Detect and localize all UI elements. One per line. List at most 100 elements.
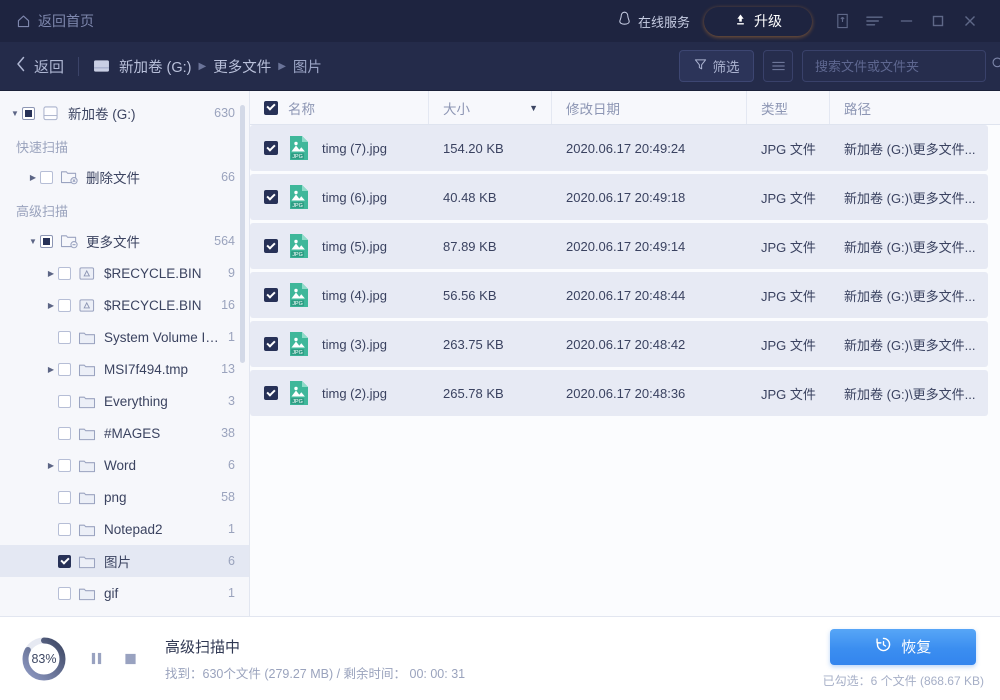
chevron-down-icon[interactable]: ▼ — [26, 237, 40, 246]
row-checkbox[interactable] — [264, 239, 278, 253]
jpg-file-icon: JPG — [288, 233, 310, 259]
minimize-icon[interactable] — [890, 5, 922, 37]
back-to-home-label: 返回首页 — [38, 11, 94, 31]
cell-size: 263.75 KB — [429, 321, 552, 367]
recover-button[interactable]: 恢复 — [830, 629, 976, 665]
title-bar-actions: 在线服务 升级 — [617, 5, 986, 37]
jpg-file-icon: JPG — [288, 282, 310, 308]
breadcrumb: 新加卷 (G:) ▶ 更多文件 ▶ 图片 — [93, 56, 322, 77]
tree-node-icon — [78, 330, 97, 345]
table-row[interactable]: JPGtimg (6).jpg40.48 KB2020.06.17 20:49:… — [250, 174, 988, 220]
sidebar-item-图片[interactable]: 图片6 — [0, 545, 249, 577]
tree-checkbox[interactable] — [58, 395, 71, 408]
sidebar-item-删除文件[interactable]: ▶删除文件66 — [0, 161, 249, 193]
tree-checkbox[interactable] — [58, 427, 71, 440]
sidebar-scrollbar[interactable] — [240, 105, 245, 363]
column-header-1[interactable]: 大小▼ — [429, 91, 552, 124]
cell-date: 2020.06.17 20:48:36 — [552, 370, 747, 416]
selected-summary: 已勾选：6 个文件 (868.67 KB) — [823, 672, 984, 689]
back-button[interactable]: 返回 — [16, 56, 64, 77]
sidebar-item-label: 删除文件 — [86, 167, 213, 187]
table-row[interactable]: JPGtimg (3).jpg263.75 KB2020.06.17 20:48… — [250, 321, 988, 367]
search-icon[interactable] — [991, 56, 1000, 76]
row-checkbox[interactable] — [264, 337, 278, 351]
upgrade-button[interactable]: 升级 — [704, 7, 812, 36]
breadcrumb-item-2[interactable]: 图片 — [293, 56, 322, 77]
stop-icon[interactable] — [124, 652, 137, 666]
tree-checkbox[interactable] — [58, 459, 71, 472]
funnel-icon — [694, 58, 707, 74]
chevron-right-icon[interactable]: ▶ — [44, 301, 58, 310]
svg-text:JPG: JPG — [292, 154, 302, 160]
maximize-icon[interactable] — [922, 5, 954, 37]
column-header-2[interactable]: 修改日期 — [552, 91, 747, 124]
tree-checkbox[interactable] — [58, 299, 71, 312]
tree-checkbox[interactable] — [58, 555, 71, 568]
jpg-file-icon: JPG — [288, 135, 310, 161]
tree-checkbox[interactable] — [40, 171, 53, 184]
table-row[interactable]: JPGtimg (2).jpg265.78 KB2020.06.17 20:48… — [250, 370, 988, 416]
tree-checkbox[interactable] — [58, 331, 71, 344]
search-input[interactable] — [815, 59, 991, 74]
column-header-0[interactable]: 名称 — [250, 91, 429, 124]
chevron-right-icon[interactable]: ▶ — [44, 365, 58, 374]
cell-name: JPGtimg (5).jpg — [250, 223, 429, 269]
cell-path: 新加卷 (G:)\更多文件... — [830, 321, 988, 367]
pause-icon[interactable] — [90, 651, 103, 666]
sidebar-item-png[interactable]: png58 — [0, 481, 249, 513]
sidebar-item-jpg[interactable]: jpg39 — [0, 609, 249, 616]
cell-path: 新加卷 (G:)\更多文件... — [830, 174, 988, 220]
sidebar-item-count: 6 — [228, 458, 235, 472]
sidebar-item-everything[interactable]: Everything3 — [0, 385, 249, 417]
sidebar-item-更多文件[interactable]: ▼更多文件564 — [0, 225, 249, 257]
tree-checkbox[interactable] — [40, 235, 53, 248]
column-header-3[interactable]: 类型 — [747, 91, 830, 124]
table-row[interactable]: JPGtimg (5).jpg87.89 KB2020.06.17 20:49:… — [250, 223, 988, 269]
table-row[interactable]: JPGtimg (7).jpg154.20 KB2020.06.17 20:49… — [250, 125, 988, 171]
tree-node-icon — [78, 394, 97, 409]
table-body: JPGtimg (7).jpg154.20 KB2020.06.17 20:49… — [250, 125, 1000, 616]
sidebar-item-recyclebin[interactable]: ▶$RECYCLE.BIN9 — [0, 257, 249, 289]
sidebar-item-notepad2[interactable]: Notepad21 — [0, 513, 249, 545]
filter-button[interactable]: 筛选 — [679, 50, 754, 82]
menu-icon[interactable] — [858, 5, 890, 37]
select-all-checkbox[interactable] — [264, 101, 278, 115]
tree-checkbox[interactable] — [58, 587, 71, 600]
row-checkbox[interactable] — [264, 288, 278, 302]
sidebar-item-gif[interactable]: gif1 — [0, 577, 249, 609]
close-icon[interactable] — [954, 5, 986, 37]
chevron-down-icon[interactable]: ▼ — [8, 109, 22, 118]
tree-checkbox[interactable] — [58, 491, 71, 504]
breadcrumb-item-1[interactable]: 更多文件 — [213, 56, 271, 77]
online-service-button[interactable]: 在线服务 — [617, 11, 690, 31]
tree-checkbox[interactable] — [22, 107, 35, 120]
tree-checkbox[interactable] — [58, 363, 71, 376]
sidebar-item-msi7f494tmp[interactable]: ▶MSI7f494.tmp13 — [0, 353, 249, 385]
sidebar-item-mages[interactable]: #MAGES38 — [0, 417, 249, 449]
chevron-right-icon[interactable]: ▶ — [44, 461, 58, 470]
tree-checkbox[interactable] — [58, 267, 71, 280]
row-checkbox[interactable] — [264, 190, 278, 204]
tree-checkbox[interactable] — [58, 523, 71, 536]
row-checkbox[interactable] — [264, 141, 278, 155]
sidebar-item-count: 3 — [228, 394, 235, 408]
search-box[interactable] — [802, 50, 986, 82]
back-to-home-button[interactable]: 返回首页 — [16, 11, 94, 31]
caret-down-icon[interactable]: ▼ — [529, 103, 538, 113]
scan-status-detail: 找到：630个文件 (279.27 MB) / 剩余时间： 00: 00: 31 — [165, 663, 465, 682]
sidebar-item-systemvolumeinf[interactable]: System Volume Inf..1 — [0, 321, 249, 353]
chevron-right-icon[interactable]: ▶ — [26, 173, 40, 182]
sidebar-item-recyclebin[interactable]: ▶$RECYCLE.BIN16 — [0, 289, 249, 321]
footer-actions: 恢复 已勾选：6 个文件 (868.67 KB) — [823, 629, 984, 689]
cell-type: JPG 文件 — [747, 321, 830, 367]
list-view-icon[interactable] — [763, 50, 793, 82]
sidebar-item-count: 564 — [214, 234, 235, 248]
feedback-icon[interactable] — [826, 5, 858, 37]
column-header-4[interactable]: 路径 — [830, 91, 1000, 124]
row-checkbox[interactable] — [264, 386, 278, 400]
chevron-right-icon[interactable]: ▶ — [44, 269, 58, 278]
sidebar-item-word[interactable]: ▶Word6 — [0, 449, 249, 481]
breadcrumb-item-0[interactable]: 新加卷 (G:) — [119, 56, 192, 77]
sidebar-item-新加卷g[interactable]: ▼新加卷 (G:)630 — [0, 97, 249, 129]
table-row[interactable]: JPGtimg (4).jpg56.56 KB2020.06.17 20:48:… — [250, 272, 988, 318]
